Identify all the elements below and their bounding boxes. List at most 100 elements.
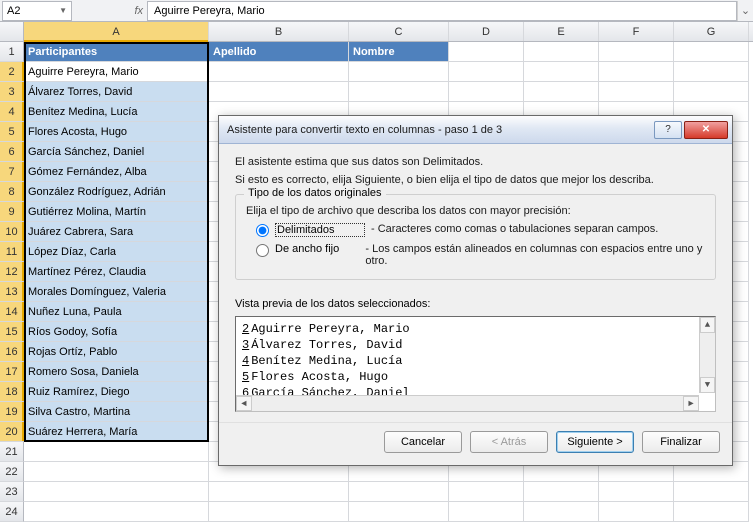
cancel-button[interactable]: Cancelar [384,431,462,453]
row-header[interactable]: 15 [0,322,24,342]
select-all-corner[interactable] [0,22,24,41]
row-header[interactable]: 16 [0,342,24,362]
cell-empty[interactable] [209,502,349,522]
preview-horizontal-scrollbar[interactable]: ◄ ► [236,395,699,411]
cell-data[interactable]: Ríos Godoy, Sofía [24,322,209,342]
cell-empty[interactable] [599,42,674,62]
cell-header-participantes[interactable]: Participantes [24,42,209,62]
cell-data[interactable]: Rojas Ortíz, Pablo [24,342,209,362]
name-box[interactable]: A2 ▼ [2,1,72,21]
cell-empty[interactable] [599,82,674,102]
cell-data[interactable]: Suárez Herrera, María [24,422,209,442]
cell-header-apellido[interactable]: Apellido [209,42,349,62]
cell-data[interactable]: Romero Sosa, Daniela [24,362,209,382]
cell-data[interactable]: Flores Acosta, Hugo [24,122,209,142]
row-header[interactable]: 20 [0,422,24,442]
preview-vertical-scrollbar[interactable]: ▲ ▼ [699,317,715,393]
column-header-B[interactable]: B [209,22,349,41]
row-header[interactable]: 23 [0,482,24,502]
cell-empty[interactable] [24,482,209,502]
row-header[interactable]: 18 [0,382,24,402]
cell-data[interactable]: Silva Castro, Martina [24,402,209,422]
formula-bar-expand-icon[interactable]: ⌄ [737,1,753,21]
column-header-F[interactable]: F [599,22,674,41]
cell-empty[interactable] [449,482,524,502]
cell-empty[interactable] [449,42,524,62]
cell-empty[interactable] [599,482,674,502]
cell-empty[interactable] [674,42,749,62]
row-header[interactable]: 2 [0,62,24,82]
scroll-left-icon[interactable]: ◄ [236,396,252,411]
cell-empty[interactable] [674,502,749,522]
row-header[interactable]: 12 [0,262,24,282]
row-header[interactable]: 8 [0,182,24,202]
radio-delimited-label[interactable]: Delimitados [275,223,365,237]
radio-fixed-width[interactable] [256,244,269,257]
row-header[interactable]: 1 [0,42,24,62]
row-header[interactable]: 5 [0,122,24,142]
cell-data[interactable]: Nuñez Luna, Paula [24,302,209,322]
next-button[interactable]: Siguiente > [556,431,634,453]
row-header[interactable]: 11 [0,242,24,262]
cell-empty[interactable] [449,62,524,82]
cell-header-nombre[interactable]: Nombre [349,42,449,62]
cell-empty[interactable] [599,62,674,82]
close-button[interactable]: ✕ [684,121,728,139]
row-header[interactable]: 7 [0,162,24,182]
cell-data[interactable]: Morales Domínguez, Valeria [24,282,209,302]
scroll-right-icon[interactable]: ► [683,396,699,411]
cell-empty[interactable] [24,502,209,522]
radio-fixed-width-label[interactable]: De ancho fijo [275,243,359,255]
finish-button[interactable]: Finalizar [642,431,720,453]
cell-empty[interactable] [674,62,749,82]
row-header[interactable]: 14 [0,302,24,322]
column-header-D[interactable]: D [449,22,524,41]
cell-empty[interactable] [209,62,349,82]
cell-empty[interactable] [209,482,349,502]
row-header[interactable]: 17 [0,362,24,382]
row-header[interactable]: 4 [0,102,24,122]
cell-data[interactable]: Gutiérrez Molina, Martín [24,202,209,222]
row-header[interactable]: 6 [0,142,24,162]
radio-delimited[interactable] [256,224,269,237]
cell-empty[interactable] [599,502,674,522]
cell-data[interactable]: Álvarez Torres, David [24,82,209,102]
scroll-up-icon[interactable]: ▲ [700,317,715,333]
row-header[interactable]: 10 [0,222,24,242]
row-header[interactable]: 19 [0,402,24,422]
cell-data[interactable]: Gómez Fernández, Alba [24,162,209,182]
column-header-A[interactable]: A [24,22,209,41]
row-header[interactable]: 13 [0,282,24,302]
cell-data[interactable]: García Sánchez, Daniel [24,142,209,162]
cell-empty[interactable] [349,502,449,522]
cell-data[interactable]: Ruiz Ramírez, Diego [24,382,209,402]
row-header[interactable]: 9 [0,202,24,222]
column-header-G[interactable]: G [674,22,749,41]
row-header[interactable]: 3 [0,82,24,102]
help-button[interactable]: ? [654,121,682,139]
cell-empty[interactable] [524,82,599,102]
scroll-down-icon[interactable]: ▼ [700,377,715,393]
cell-empty[interactable] [349,482,449,502]
column-header-E[interactable]: E [524,22,599,41]
cell-empty[interactable] [209,82,349,102]
cell-empty[interactable] [24,442,209,462]
cell-empty[interactable] [524,482,599,502]
row-header[interactable]: 21 [0,442,24,462]
cell-data[interactable]: Benítez Medina, Lucía [24,102,209,122]
cell-empty[interactable] [24,462,209,482]
cell-empty[interactable] [674,82,749,102]
cell-data[interactable]: López Díaz, Carla [24,242,209,262]
cell-empty[interactable] [449,82,524,102]
cell-data[interactable]: Martínez Pérez, Claudia [24,262,209,282]
fx-icon[interactable]: fx [134,5,143,17]
chevron-down-icon[interactable]: ▼ [59,6,67,15]
cell-empty[interactable] [524,42,599,62]
cell-empty[interactable] [349,62,449,82]
cell-empty[interactable] [674,482,749,502]
cell-empty[interactable] [449,502,524,522]
back-button[interactable]: < Atrás [470,431,548,453]
column-header-C[interactable]: C [349,22,449,41]
dialog-titlebar[interactable]: Asistente para convertir texto en column… [219,116,732,144]
cell-data[interactable]: González Rodríguez, Adrián [24,182,209,202]
